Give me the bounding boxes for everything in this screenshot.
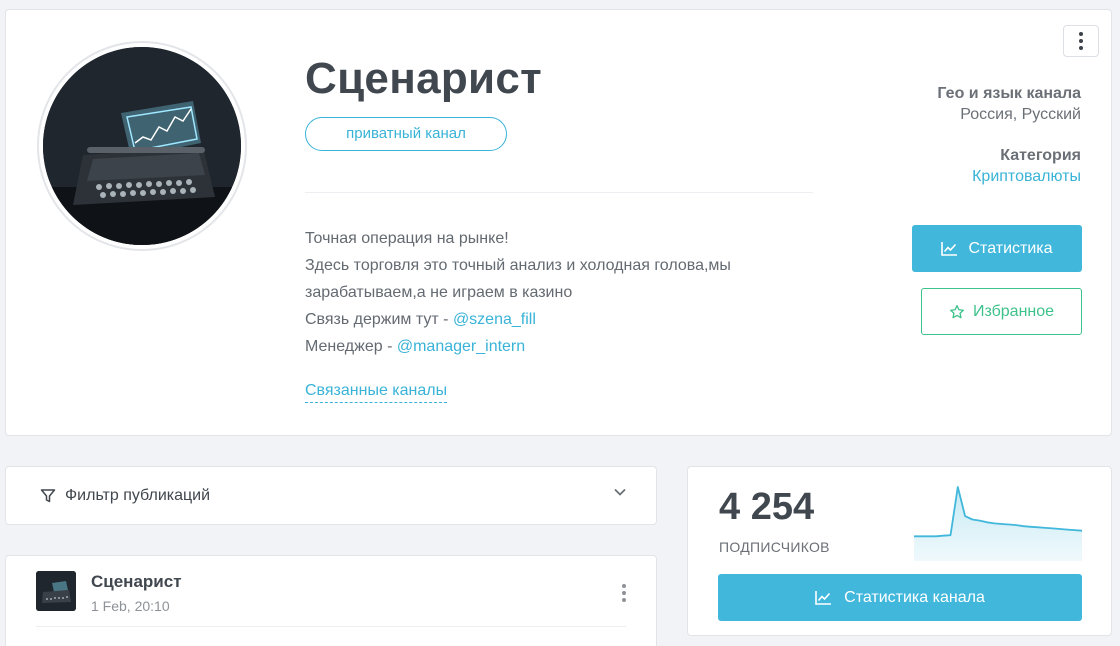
subscribers-count: 4 254	[719, 486, 815, 528]
contact-link[interactable]: @szena_fill	[453, 311, 536, 328]
subscribers-sparkline	[914, 486, 1082, 561]
channel-card: Сценарист приватный канал Точная операци…	[5, 9, 1112, 436]
line-chart-icon	[941, 242, 958, 256]
typewriter-image	[43, 47, 241, 245]
channel-title: Сценарист	[305, 54, 542, 103]
divider	[36, 626, 626, 627]
filter-label: Фильтр публикаций	[65, 486, 211, 504]
geo-value: Россия, Русский	[960, 106, 1081, 123]
channel-menu-button[interactable]	[1063, 25, 1099, 57]
geo-label: Гео и язык канала	[937, 85, 1081, 102]
category-label: Категория	[1000, 147, 1081, 164]
subscribers-card: 4 254 ПОДПИСЧИКОВ Статистика канала	[687, 466, 1112, 636]
description-line: Точная операция на рынке!	[305, 230, 509, 247]
post-card: Сценарист 1 Feb, 20:10	[5, 555, 657, 646]
channel-description: Точная операция на рынке! Здесь торговля…	[305, 225, 825, 360]
channel-avatar	[37, 41, 247, 251]
kebab-vertical-icon	[1079, 32, 1083, 50]
geo-info: Гео и язык канала Россия, Русский	[937, 85, 1081, 124]
channel-statistics-button-label: Статистика канала	[844, 588, 985, 606]
divider	[305, 192, 813, 193]
private-channel-badge: приватный канал	[305, 117, 507, 151]
category-link[interactable]: Криптовалюты	[972, 168, 1081, 186]
description-line: Здесь торговля это точный анализ и холод…	[305, 257, 731, 274]
description-line: зарабатываем,а не играем в казино	[305, 284, 573, 301]
description-line: Связь держим тут - @szena_fill	[305, 311, 536, 328]
manager-link[interactable]: @manager_intern	[397, 338, 525, 355]
line-chart-icon	[815, 591, 832, 605]
statistics-button[interactable]: Статистика	[912, 225, 1082, 272]
favorite-button-label: Избранное	[972, 302, 1055, 320]
related-channels-link[interactable]: Связанные каналы	[305, 381, 448, 403]
description-line: Менеджер - @manager_intern	[305, 338, 526, 355]
statistics-button-label: Статистика	[968, 239, 1053, 257]
typewriter-thumbnail	[36, 571, 76, 611]
favorite-button[interactable]: Избранное	[921, 288, 1082, 335]
chevron-down-icon[interactable]	[614, 488, 626, 496]
post-date: 1 Feb, 20:10	[91, 598, 170, 614]
subscribers-label: ПОДПИСЧИКОВ	[719, 539, 830, 555]
channel-statistics-button[interactable]: Статистика канала	[718, 574, 1082, 621]
kebab-vertical-icon[interactable]	[622, 584, 626, 602]
publication-filter[interactable]: Фильтр публикаций	[5, 466, 657, 525]
category-info: Категория Криптовалюты	[972, 147, 1081, 186]
funnel-icon	[40, 488, 56, 502]
post-author-avatar[interactable]	[36, 571, 76, 611]
post-author-name[interactable]: Сценарист	[91, 572, 182, 592]
star-icon	[949, 304, 964, 318]
